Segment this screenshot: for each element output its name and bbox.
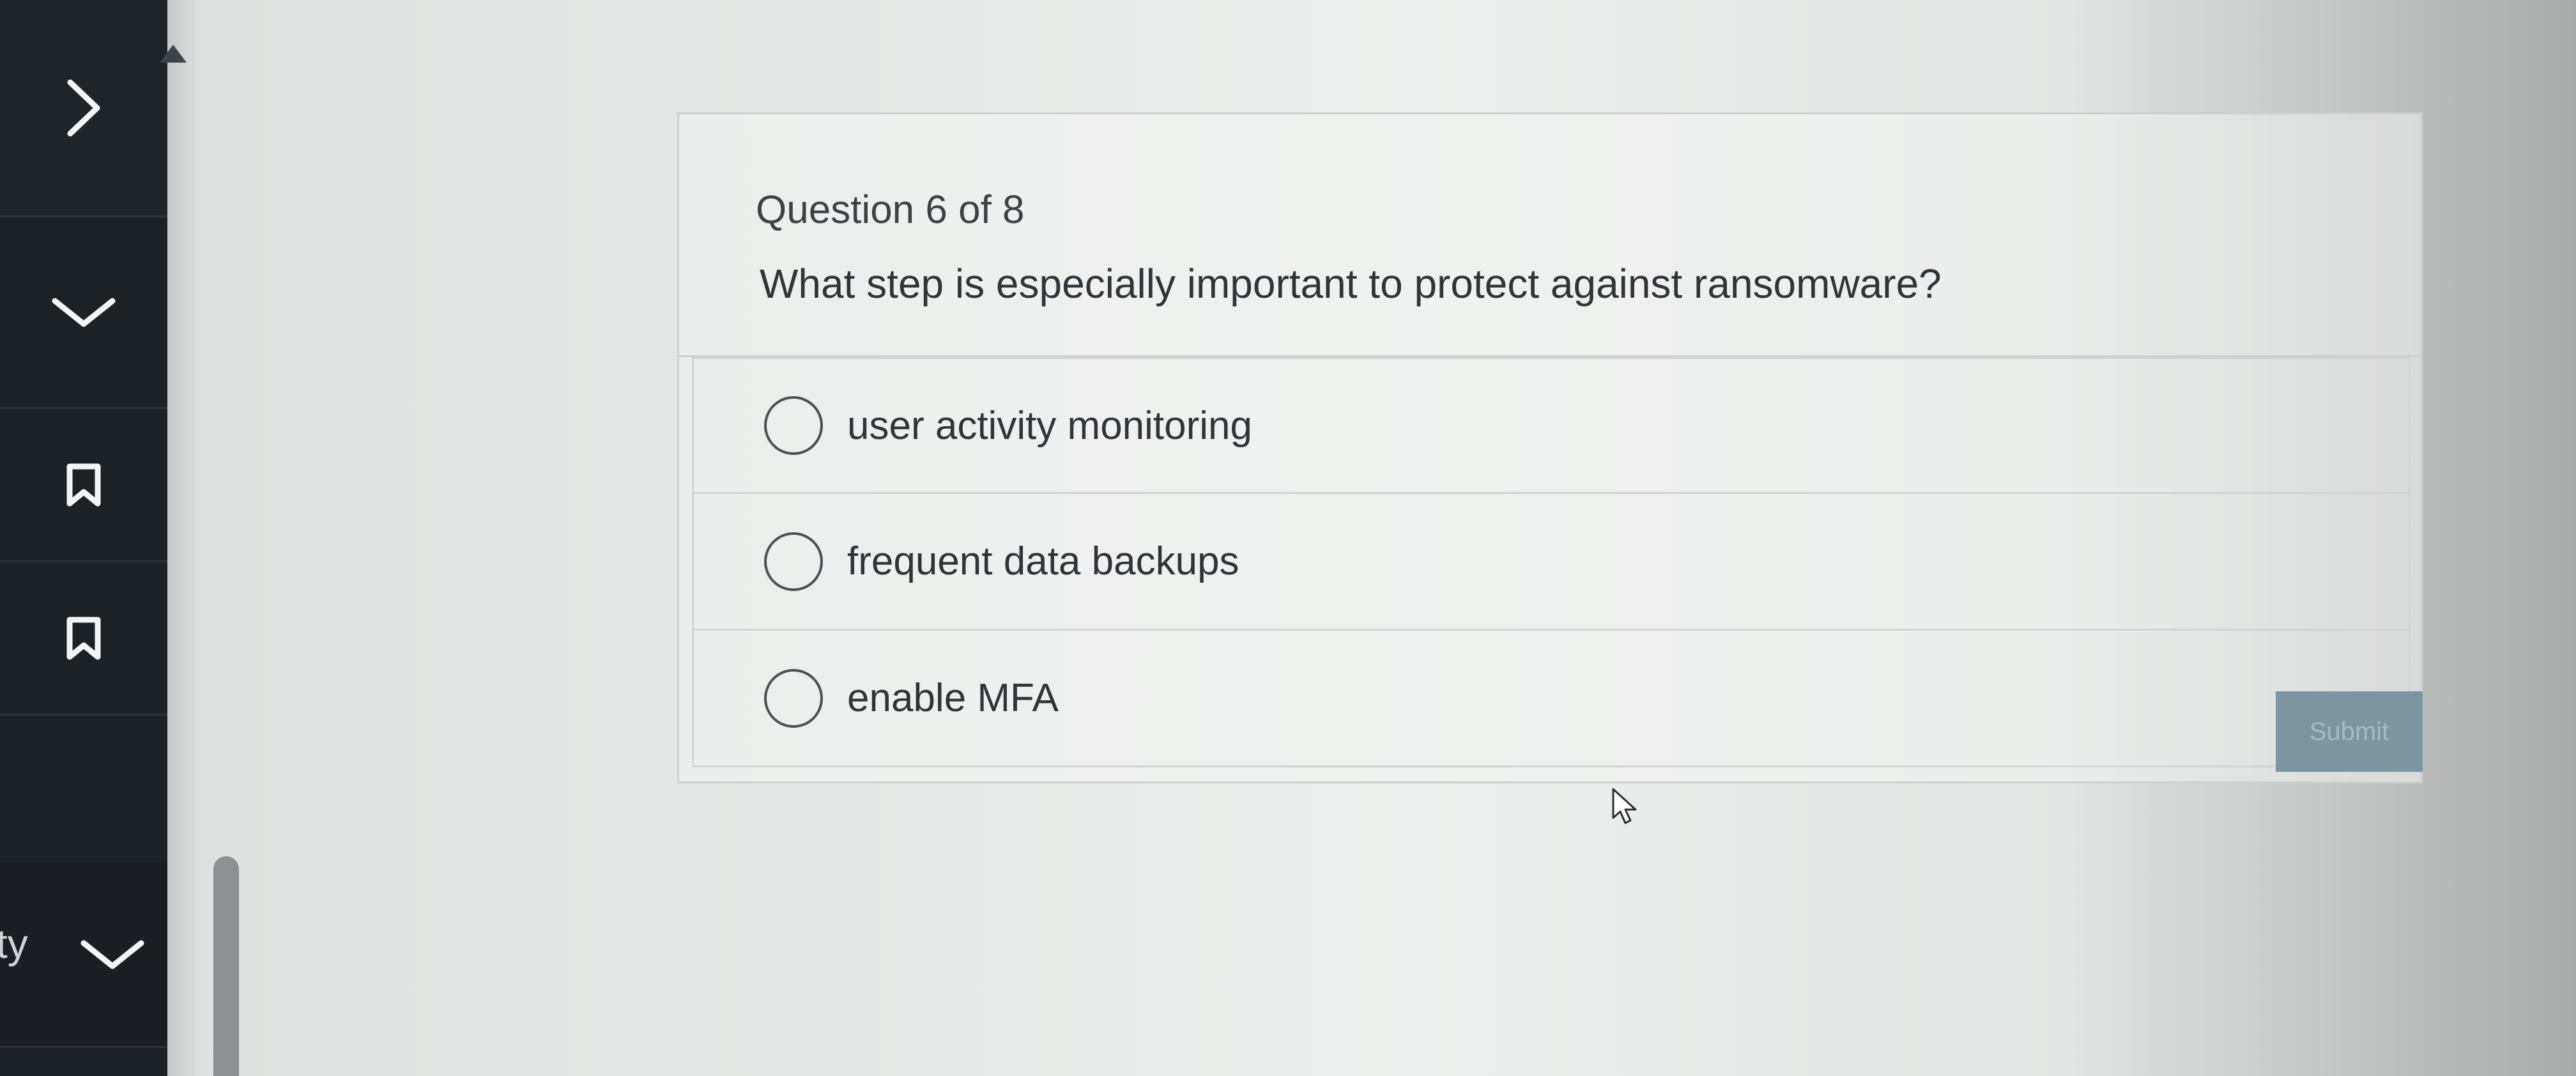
question-header: Question 6 of 8 What step is especially … [679, 114, 2421, 357]
collapse-arrow-icon[interactable] [157, 41, 189, 66]
answer-option-1[interactable]: user activity monitoring [692, 357, 2411, 494]
sidebar-row-section-1[interactable] [0, 217, 167, 409]
answer-option-3[interactable]: enable MFA [692, 631, 2411, 767]
bookmark-icon[interactable] [65, 463, 103, 507]
sidebar-row-expand[interactable] [0, 0, 167, 217]
radio-button[interactable] [764, 532, 823, 591]
sidebar-row-bookmark-2[interactable] [0, 562, 167, 716]
answer-option-label: enable MFA [847, 676, 1059, 720]
radio-button[interactable] [764, 668, 823, 728]
scrollbar-thumb[interactable] [213, 856, 239, 1076]
left-sidebar: ty [0, 0, 167, 1076]
sidebar-row-bookmark-1[interactable] [0, 409, 167, 562]
question-counter: Question 6 of 8 [756, 188, 1025, 232]
answer-option-2[interactable]: frequent data backups [692, 494, 2411, 631]
submit-button[interactable]: Submit [2276, 691, 2423, 772]
radio-button[interactable] [764, 396, 823, 455]
bookmark-icon[interactable] [65, 616, 103, 661]
sidebar-row-blank [0, 716, 167, 863]
answer-option-label: frequent data backups [847, 539, 1239, 583]
chevron-down-icon[interactable] [49, 293, 119, 332]
question-text: What step is especially important to pro… [760, 261, 1942, 307]
chevron-right-icon[interactable] [61, 76, 106, 140]
question-card: Question 6 of 8 What step is especially … [677, 112, 2423, 783]
sidebar-label-fragment: ty [0, 921, 28, 967]
chevron-down-icon[interactable] [77, 935, 148, 974]
sidebar-divider [167, 0, 195, 1076]
mouse-cursor-icon [1611, 787, 1638, 826]
answer-option-label: user activity monitoring [847, 403, 1253, 448]
